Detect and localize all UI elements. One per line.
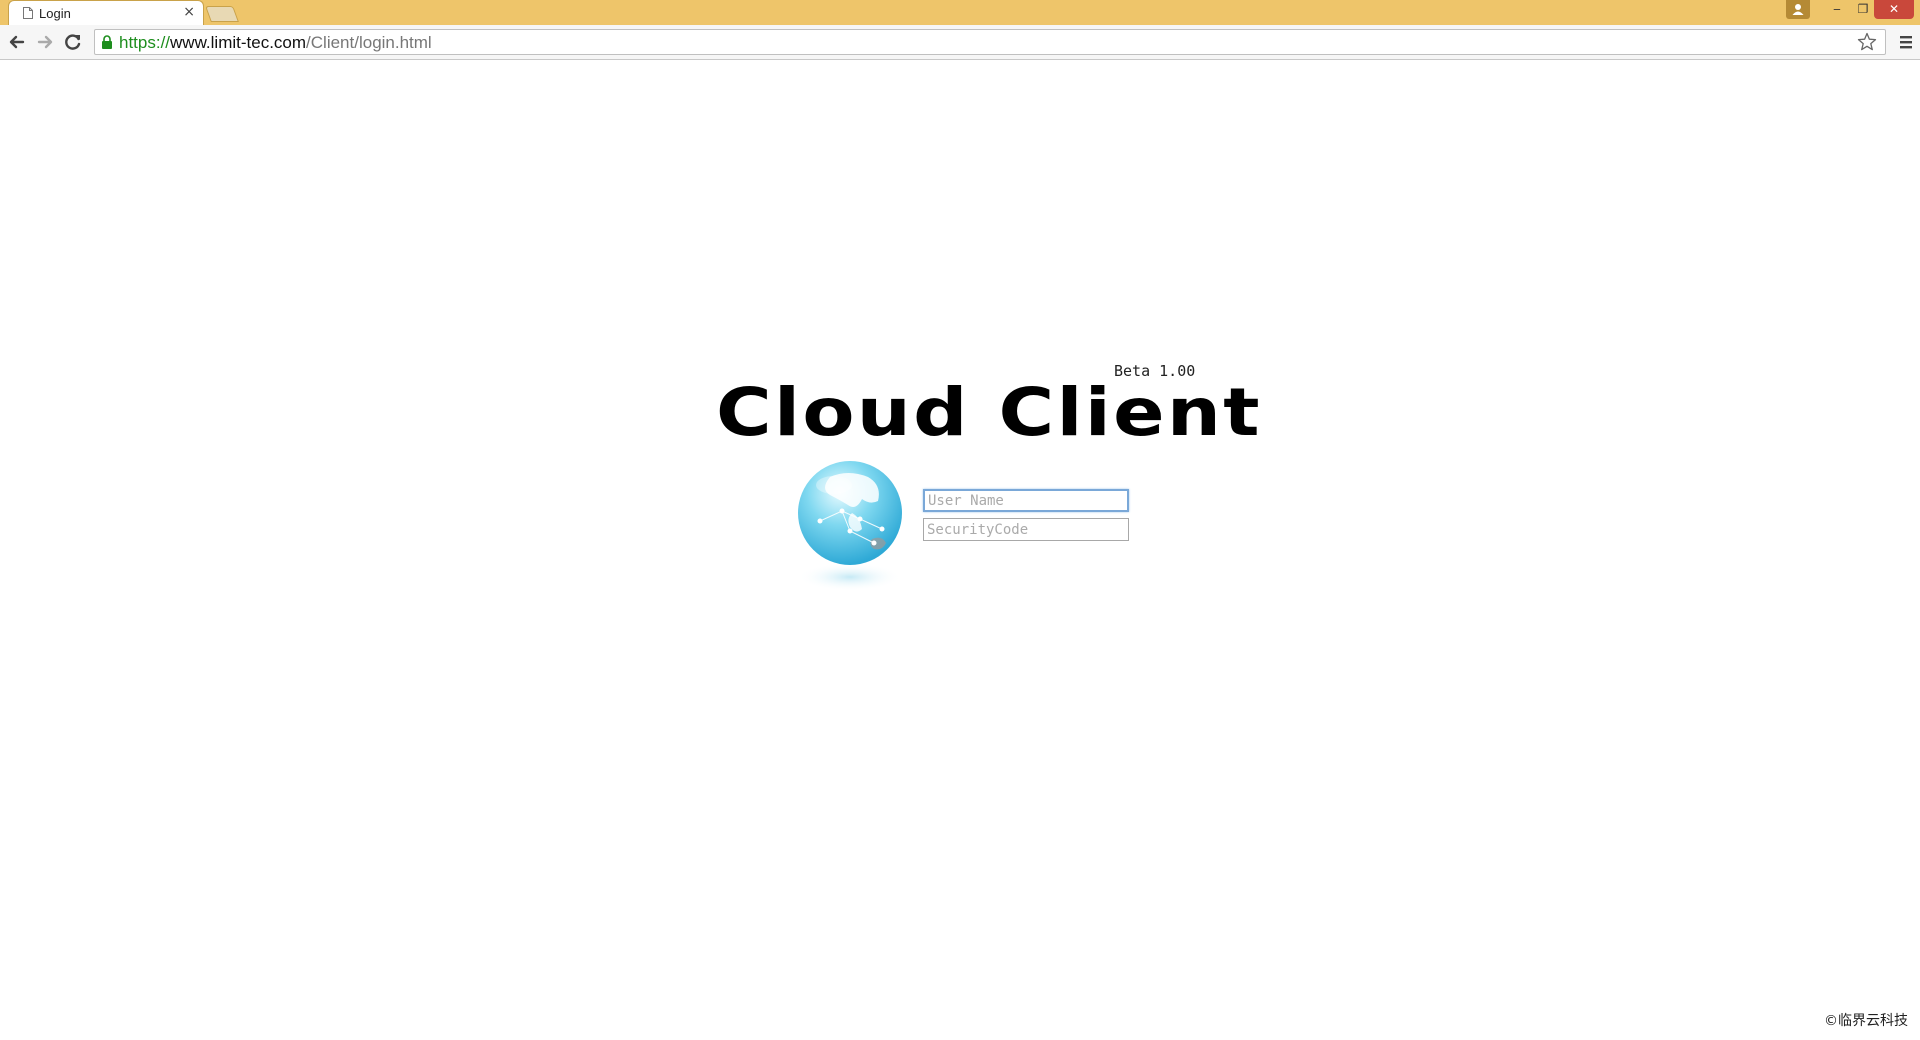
restore-button[interactable]: ❐ [1850,0,1876,19]
globe-logo [798,461,902,591]
copyright-text: ©临界云科技 [1824,1013,1908,1029]
browser-toolbar: https://www.limit-tec.com/Client/login.h… [0,25,1920,60]
tab-title: Login [39,6,71,21]
browser-menu-icon[interactable] [1898,33,1914,51]
lock-icon [102,35,112,49]
security-code-input[interactable] [923,518,1129,541]
reload-icon[interactable] [62,31,84,53]
url-scheme: https:// [119,33,171,52]
username-input[interactable] [923,489,1129,512]
close-window-button[interactable]: ✕ [1874,0,1914,19]
new-tab-button[interactable] [205,6,239,22]
document-icon [23,7,33,19]
url-text[interactable]: https://www.limit-tec.com/Client/login.h… [119,33,432,53]
profile-icon[interactable] [1786,0,1810,19]
address-bar[interactable]: https://www.limit-tec.com/Client/login.h… [94,29,1886,55]
browser-titlebar: Login × ‒ ❐ ✕ [0,0,1920,25]
app-title: Cloud Client [716,374,1262,451]
browser-tab[interactable]: Login × [8,0,204,25]
back-arrow-icon[interactable] [6,31,28,53]
tab-close-icon[interactable]: × [183,4,195,20]
bookmark-star-icon[interactable] [1857,32,1877,52]
url-path: /Client/login.html [306,33,432,52]
minimize-button[interactable]: ‒ [1824,0,1850,19]
url-host: www.limit-tec.com [170,33,307,52]
forward-arrow-icon[interactable] [34,31,56,53]
